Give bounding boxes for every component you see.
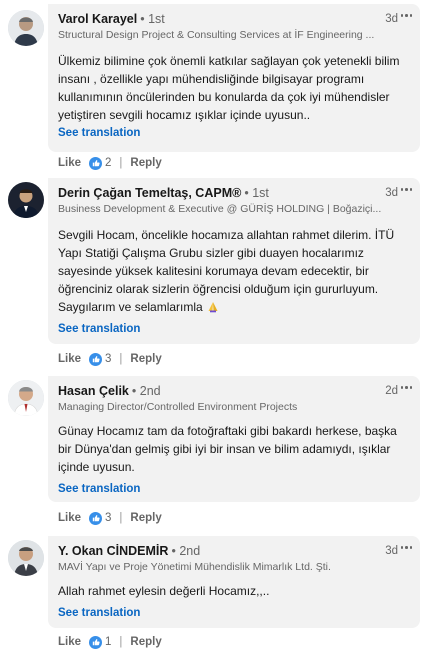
reaction-count[interactable]: 3 [105, 353, 111, 365]
reaction-count[interactable]: 1 [105, 636, 111, 648]
author-headline: Business Development & Executive @ GÜRİŞ… [58, 203, 382, 215]
praying-hands-icon [207, 300, 219, 318]
avatar[interactable] [8, 10, 44, 46]
comment-line: öğrenciniz olarak sizlerin öğrencisi old… [58, 282, 379, 296]
more-options-icon[interactable] [400, 188, 412, 191]
author-name[interactable]: Y. Okan CİNDEMİR [58, 544, 168, 558]
avatar[interactable] [8, 540, 44, 576]
comment-line: Ülkemiz bilimine çok önemli katkılar sağ… [58, 54, 400, 68]
dot-separator: • [131, 384, 137, 398]
thumbs-up-reaction-icon[interactable] [89, 635, 103, 649]
timestamp: 3d [385, 545, 398, 557]
comment-actions: Like 3 | Reply [58, 510, 162, 526]
comment-line: Yapı Statiği Çalışma Grubu sizler gibi d… [58, 246, 364, 260]
thumbs-up-reaction-icon[interactable] [89, 511, 103, 525]
comment-line: içinde uyusun. [58, 460, 135, 474]
timestamp: 3d [385, 13, 398, 25]
comment-line: Saygılarım ve selamlarımla [58, 300, 203, 314]
author-row: Derin Çağan Temeltaş, CAPM® • 1st [58, 185, 269, 201]
see-translation-link[interactable]: See translation [58, 322, 140, 336]
dot-separator: • [244, 186, 249, 200]
avatar[interactable] [8, 380, 44, 416]
connection-degree: 2nd [139, 384, 161, 398]
author-headline: Managing Director/Controlled Environment… [58, 401, 298, 413]
see-translation-link[interactable]: See translation [58, 126, 140, 140]
comment-text: Allah rahmet eylesin değerli Hocamız,,.. [58, 582, 410, 600]
comment-text: Sevgili Hocam, öncelikle hocamıza allaht… [58, 226, 410, 318]
author-headline: MAVİ Yapı ve Proje Yönetimi Mühendislik … [58, 561, 331, 573]
comment-bubble: Varol Karayel • 1st 3d Structural Design … [48, 4, 420, 152]
like-button[interactable]: Like [58, 636, 81, 648]
author-name[interactable]: Hasan Çelik [58, 384, 129, 398]
like-button[interactable]: Like [58, 512, 81, 524]
dot-separator: • [171, 544, 176, 558]
comment-line: yetiştiren sevgili hocamız ışıklar içind… [58, 108, 311, 122]
comment-bubble: Derin Çağan Temeltaş, CAPM® • 1st 3d Busi… [48, 178, 420, 344]
reaction-count[interactable]: 2 [105, 157, 111, 169]
dot-separator: • [140, 12, 145, 26]
action-divider: | [119, 636, 123, 648]
action-divider: | [119, 353, 123, 365]
comment-line: Allah rahmet eylesin değerli Hocamız,,.. [58, 584, 270, 598]
see-translation-link[interactable]: See translation [58, 482, 140, 496]
reaction-count[interactable]: 3 [105, 512, 111, 524]
connection-degree: 1st [148, 12, 165, 26]
thumbs-up-reaction-icon[interactable] [89, 352, 103, 366]
more-options-icon[interactable] [400, 14, 412, 17]
timestamp: 2d [385, 385, 398, 397]
comment-bubble: Y. Okan CİNDEMİR • 2nd 3d MAVİ Yapı ve Pr… [48, 536, 420, 628]
comment-line: bir Dünya'dan gelmiş gibi iyi bir insan … [58, 442, 391, 456]
author-name[interactable]: Derin Çağan Temeltaş, CAPM® [58, 186, 241, 200]
reply-button[interactable]: Reply [130, 512, 161, 524]
avatar[interactable] [8, 182, 44, 218]
comment-line: Günay Hocamız tam da fotoğraftaki gibi b… [58, 424, 397, 438]
author-name[interactable]: Varol Karayel [58, 12, 137, 26]
action-divider: | [119, 512, 123, 524]
comment-line: kullanımının öncülerinden bu konularda d… [58, 90, 390, 104]
author-row: Varol Karayel • 1st [58, 11, 165, 27]
reply-button[interactable]: Reply [130, 636, 161, 648]
timestamp: 3d [385, 187, 398, 199]
like-button[interactable]: Like [58, 353, 81, 365]
comment-text: Günay Hocamız tam da fotoğraftaki gibi b… [58, 422, 410, 476]
author-row: Hasan Çelik • 2nd [58, 383, 161, 399]
comment-actions: Like 3 | Reply [58, 351, 162, 367]
reply-button[interactable]: Reply [130, 157, 161, 169]
comment-line: Sevgili Hocam, öncelikle hocamıza allaht… [58, 228, 395, 242]
action-divider: | [119, 157, 123, 169]
more-options-icon[interactable] [400, 546, 412, 549]
reply-button[interactable]: Reply [130, 353, 161, 365]
like-button[interactable]: Like [58, 157, 81, 169]
author-row: Y. Okan CİNDEMİR • 2nd [58, 543, 200, 559]
connection-degree: 1st [252, 186, 269, 200]
thumbs-up-reaction-icon[interactable] [89, 156, 103, 170]
more-options-icon[interactable] [400, 386, 412, 389]
comment-text: Ülkemiz bilimine çok önemli katkılar sağ… [58, 52, 410, 124]
connection-degree: 2nd [179, 544, 201, 558]
comment-line: insanı , özellikle yapı mühendisliğinde … [58, 72, 365, 86]
comment-line: sayesinde yüksek kalitesini korumaya dev… [58, 264, 369, 278]
comment-line-with-emoji: Saygılarım ve selamlarımla [58, 298, 410, 318]
author-headline: Structural Design Project & Consulting S… [58, 29, 375, 41]
comment-bubble: Hasan Çelik • 2nd 2d Managing Director/Co… [48, 376, 420, 502]
comment-actions: Like 2 | Reply [58, 155, 162, 171]
see-translation-link[interactable]: See translation [58, 606, 140, 620]
